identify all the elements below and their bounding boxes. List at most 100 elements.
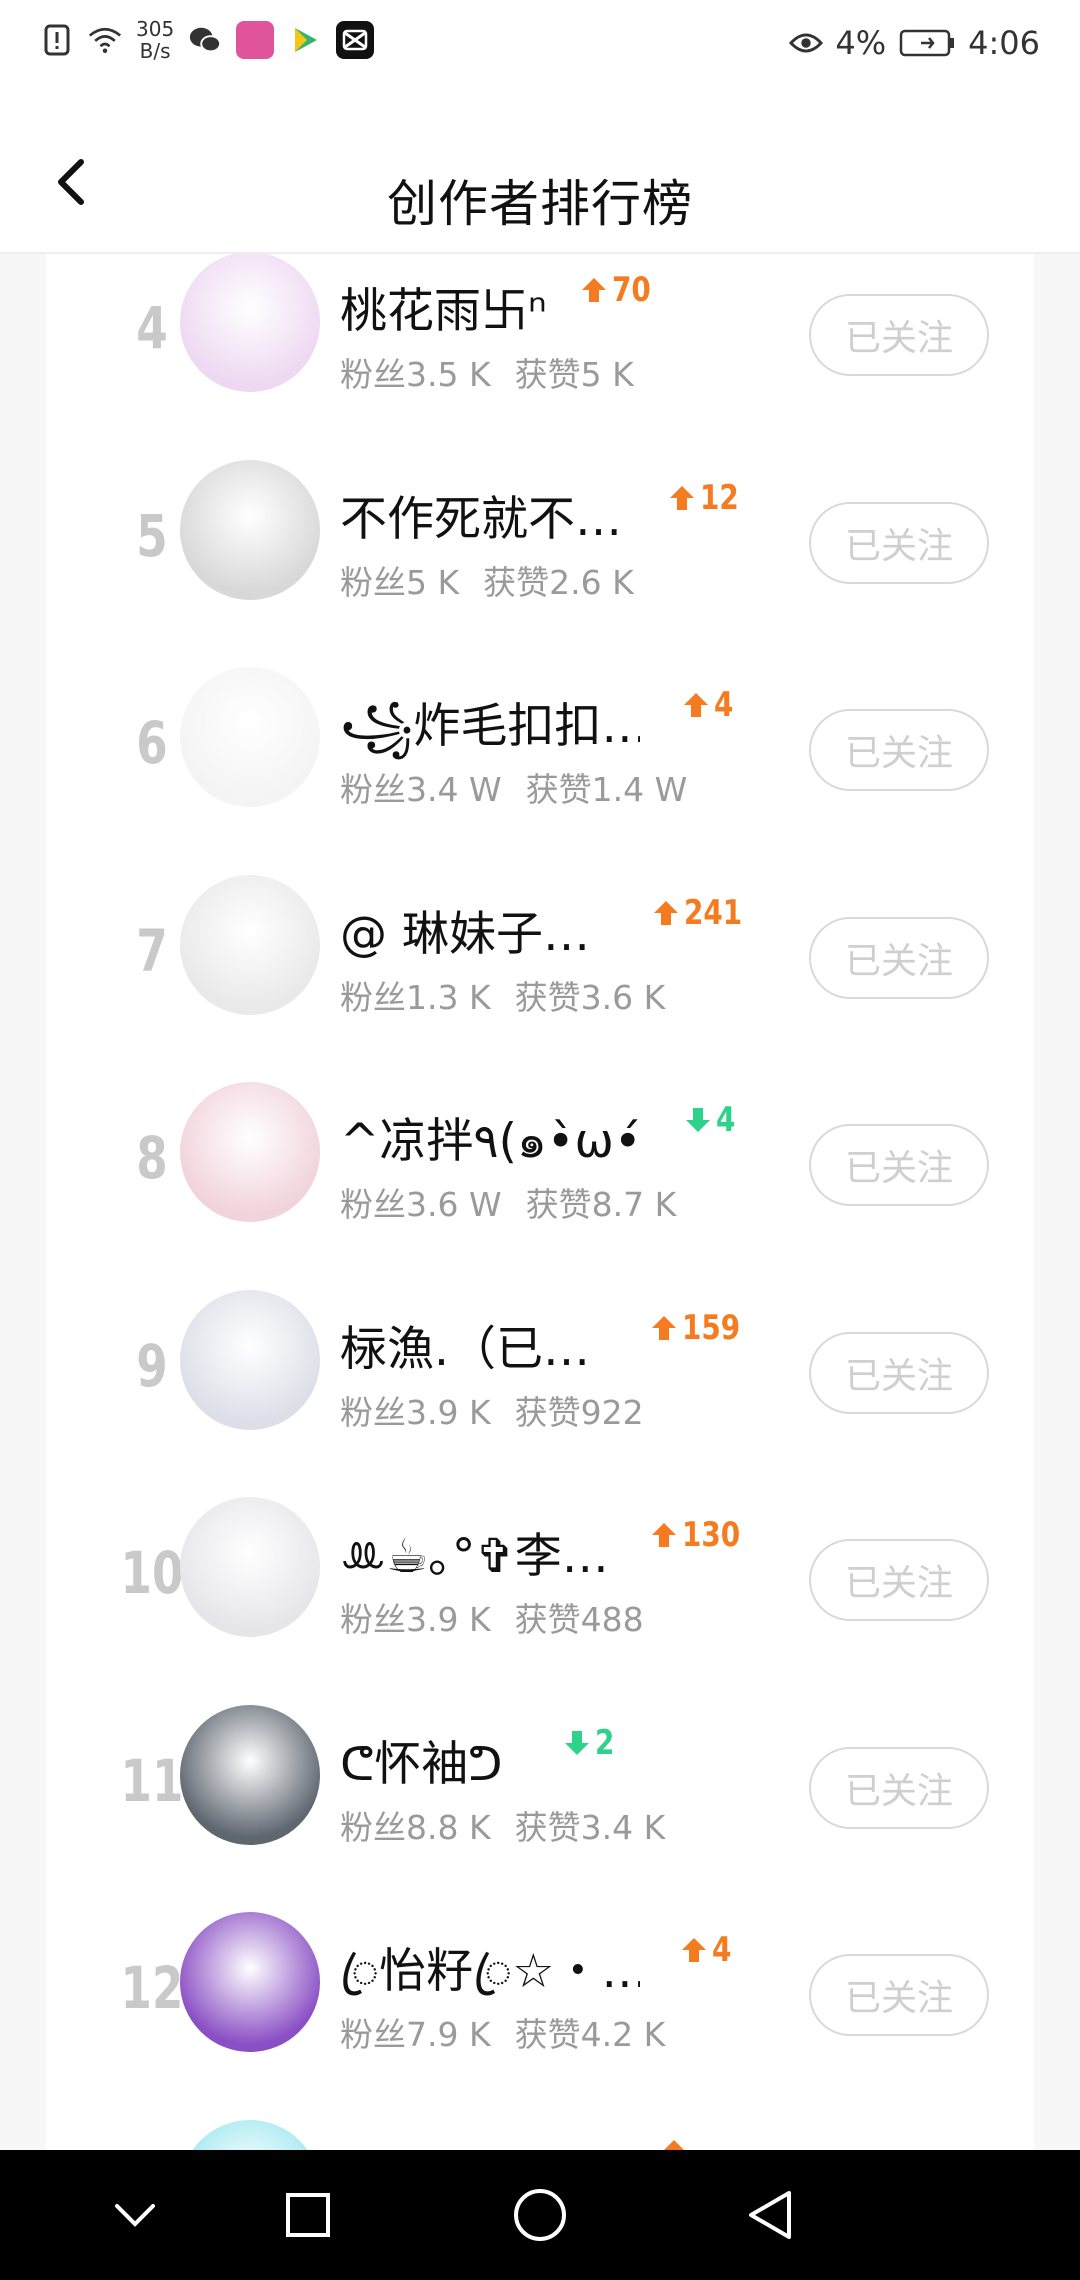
user-avatar[interactable] <box>180 1912 320 2052</box>
nav-collapse-icon <box>115 2204 155 2227</box>
ranking-card: 4 桃花雨卐ⁿ 70 粉丝3.5 K 获赞5 K 已关注 5 不作死就不… 12 粉丝5 K 获赞2… <box>46 254 1034 2150</box>
user-stats: 粉丝1.3 K 获赞3.6 K <box>340 971 665 1019</box>
user-avatar[interactable] <box>180 1082 320 1222</box>
clock: 4:06 <box>968 24 1040 62</box>
user-avatar[interactable] <box>180 2119 320 2150</box>
ranking-row[interactable] <box>46 2104 1034 2150</box>
nav-recents-button[interactable] <box>273 2180 343 2250</box>
ranking-row[interactable]: 8^凉拌٩(๑•̀ω•́๑)۶…4粉丝3.6 W获赞8.7 K已关注 <box>46 1066 1034 1273</box>
rank-change-value: 4 <box>714 685 734 725</box>
ranking-row[interactable]: 5 不作死就不… 12 粉丝5 K 获赞2.6 K 已关注 <box>46 444 1034 651</box>
rank-change: 4 <box>680 1930 736 1970</box>
net-speed-value: 305 <box>136 17 175 41</box>
fans-count: 粉丝3.4 W <box>340 770 502 809</box>
ranking-row[interactable]: 7 @ 琳妹子… 241 粉丝1.3 K 获赞3.6 K 已关注 <box>46 859 1034 1066</box>
nav-collapse-button[interactable] <box>100 2180 170 2250</box>
rank-change-value: 4 <box>712 1930 732 1970</box>
likes-count: 获赞1.4 W <box>525 770 688 809</box>
nav-recents-icon <box>286 2193 330 2237</box>
user-stats: 粉丝8.8 K 获赞3.4 K <box>340 1801 665 1849</box>
ranking-row[interactable]: 12ꦿ怡籽ꦿ☆・… 4 粉丝7.9 K 获赞4.2 K 已关注 <box>46 1896 1034 2103</box>
rank-change: 241 <box>652 893 755 933</box>
wifi-icon <box>88 23 122 57</box>
ranking-row[interactable]: 4 桃花雨卐ⁿ 70 粉丝3.5 K 获赞5 K 已关注 <box>46 254 1034 443</box>
user-stats: 粉丝7.9 K 获赞4.2 K <box>340 2008 665 2056</box>
capcut-icon <box>336 21 375 59</box>
rank-change-value: 4 <box>716 1100 736 1140</box>
fans-count: 粉丝3.6 W <box>340 1185 502 1224</box>
ranking-list[interactable]: 4 桃花雨卐ⁿ 70 粉丝3.5 K 获赞5 K 已关注 5 不作死就不… 12 粉丝5 K 获赞2… <box>0 254 1080 2150</box>
follow-button[interactable]: 已关注 <box>809 294 989 376</box>
user-avatar[interactable] <box>180 1497 320 1637</box>
follow-button[interactable]: 已关注 <box>809 1331 989 1414</box>
ranking-row[interactable]: 10 ꔛ☕｡°✞李… 130 粉丝3.9 K 获赞488 已关注 <box>46 1481 1034 1688</box>
user-name[interactable]: 柡漁.（已… <box>340 1310 590 1379</box>
follow-button[interactable]: 已关注 <box>809 1539 989 1621</box>
status-bar: 305 B/s 4% 4:06 <box>0 0 1080 92</box>
likes-count: 获赞488 <box>514 1600 644 1639</box>
user-name[interactable]: 不作死就不… <box>340 480 622 549</box>
nav-back-button[interactable] <box>735 2180 805 2250</box>
user-stats: 粉丝5 K 获赞2.6 K <box>340 556 634 604</box>
battery-percent: 4% <box>835 24 887 62</box>
fans-count: 粉丝3.5 K <box>340 355 491 394</box>
nav-home-button[interactable] <box>505 2180 575 2250</box>
user-stats: 粉丝3.6 W 获赞8.7 K <box>340 1178 676 1226</box>
user-avatar[interactable] <box>180 459 320 600</box>
net-speed-unit: B/s <box>139 39 171 63</box>
arrow-up-icon <box>663 2139 685 2150</box>
fans-count: 粉丝7.9 K <box>340 2015 491 2054</box>
page-title: 创作者排行榜 <box>387 175 693 233</box>
rank-change-value: 130 <box>682 1515 741 1555</box>
follow-button[interactable]: 已关注 <box>809 1746 989 1829</box>
user-stats: 粉丝3.4 W 获赞1.4 W <box>340 763 687 811</box>
wechat-icon <box>188 23 222 57</box>
user-name[interactable]: ᕦ怀袖ᕤ <box>340 1725 503 1794</box>
ranking-row[interactable]: 11 ᕦ怀袖ᕤ 2 粉丝8.8 K 获赞3.4 K 已关注 <box>46 1689 1034 1896</box>
arrow-up-icon <box>684 693 708 717</box>
user-name[interactable]: ꔛ☕｡°✞李… <box>340 1517 609 1586</box>
rank-change: 70 <box>580 270 659 310</box>
rank-change: 12 <box>668 478 747 518</box>
nav-back-icon <box>749 2191 791 2239</box>
likes-count: 获赞4.2 K <box>514 2015 666 2054</box>
rank-change: 4 <box>684 1100 740 1140</box>
user-name[interactable]: ^凉拌٩(๑•̀ω•́๑)۶… <box>340 1102 640 1178</box>
follow-button[interactable]: 已关注 <box>809 916 989 999</box>
user-avatar[interactable] <box>180 1289 320 1430</box>
user-name[interactable]: @ 琳妹子… <box>340 895 590 964</box>
user-avatar[interactable] <box>180 254 320 392</box>
app-icon <box>236 21 275 59</box>
user-name[interactable]: 桃花雨卐ⁿ <box>340 272 547 341</box>
fans-count: 粉丝3.9 K <box>340 1600 491 1639</box>
arrow-down-icon <box>565 1730 589 1755</box>
rank-change-value: 70 <box>612 270 651 310</box>
likes-count: 获赞5 K <box>514 355 634 394</box>
follow-button[interactable]: 已关注 <box>809 501 989 584</box>
ranking-row[interactable]: 6 ꧁炸毛扣扣… 4 粉丝3.4 W 获赞1.4 W 已关注 <box>46 651 1034 858</box>
fans-count: 粉丝8.8 K <box>340 1807 491 1847</box>
rank-change <box>660 2138 692 2150</box>
likes-count: 获赞2.6 K <box>483 562 634 602</box>
user-avatar[interactable] <box>180 874 320 1015</box>
status-right: 4% 4:06 <box>789 24 1040 62</box>
nav-home-icon <box>514 2189 566 2241</box>
rank-change: 130 <box>650 1515 753 1555</box>
battery-icon <box>898 26 956 60</box>
likes-count: 获赞3.6 K <box>514 977 666 1017</box>
likes-count: 获赞3.4 K <box>514 1807 666 1847</box>
alert-icon <box>40 23 74 57</box>
net-speed: 305 B/s <box>136 18 174 62</box>
arrow-down-icon <box>686 1108 710 1132</box>
ranking-row[interactable]: 9 柡漁.（已… 159 粉丝3.9 K 获赞922 已关注 <box>46 1274 1034 1481</box>
follow-button[interactable]: 已关注 <box>809 1124 989 1206</box>
user-avatar[interactable] <box>180 667 320 807</box>
arrow-up-icon <box>582 278 606 302</box>
user-avatar[interactable] <box>180 1704 320 1845</box>
follow-button[interactable]: 已关注 <box>809 1954 989 2036</box>
arrow-up-icon <box>652 1315 676 1340</box>
follow-button[interactable]: 已关注 <box>809 709 989 791</box>
rank-change-value: 159 <box>682 1307 741 1348</box>
play-icon <box>288 23 322 57</box>
rank-change: 2 <box>563 1723 619 1763</box>
